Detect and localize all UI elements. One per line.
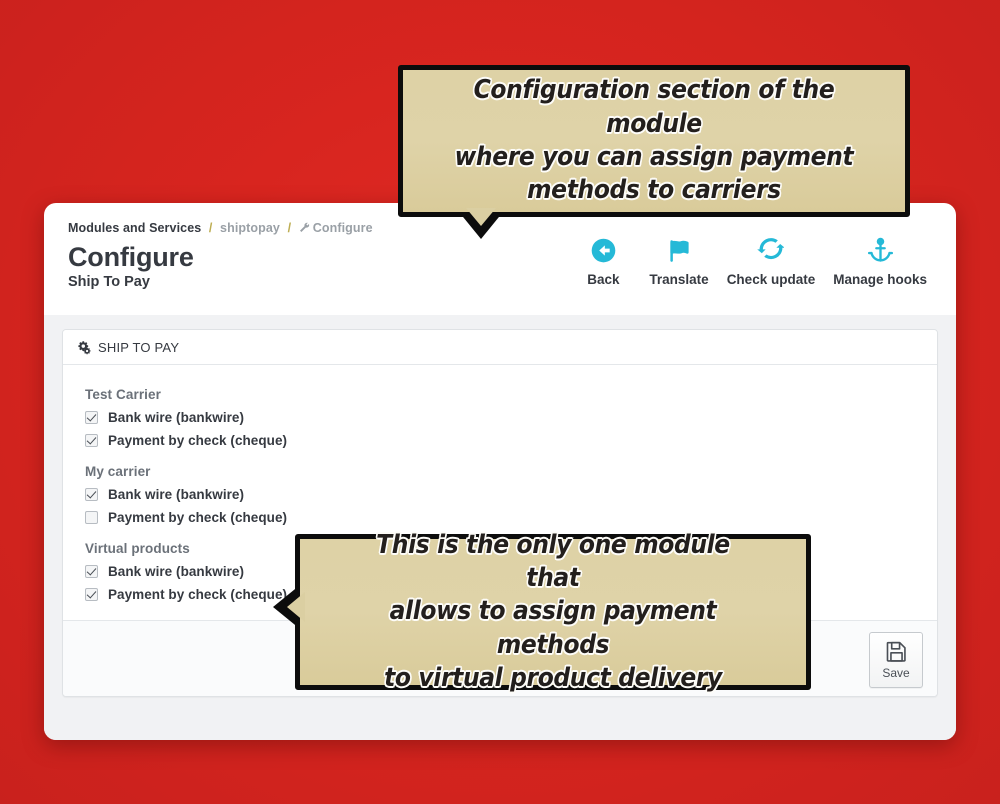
checkbox-label: Payment by check (cheque) [108, 510, 288, 525]
breadcrumb-module[interactable]: shiptopay [220, 221, 280, 235]
save-label: Save [882, 666, 910, 680]
carrier-group-title: Test Carrier [85, 387, 161, 402]
carrier-group: Test Carrier Bank wire (bankwire) Paymen… [85, 387, 915, 448]
payment-option-row[interactable]: Payment by check (cheque) [85, 510, 915, 525]
back-label: Back [587, 272, 620, 287]
checkbox[interactable] [85, 434, 98, 447]
callout-tail-inner [466, 208, 496, 226]
arrow-left-circle-icon [590, 235, 617, 265]
checkbox-label: Payment by check (cheque) [108, 433, 288, 448]
checkbox[interactable] [85, 411, 98, 424]
checkbox-label: Bank wire (bankwire) [108, 487, 245, 502]
floppy-disk-icon [885, 640, 908, 663]
checkbox-label: Payment by check (cheque) [108, 587, 288, 602]
refresh-icon [757, 235, 785, 265]
check-update-button[interactable]: Check update [718, 235, 825, 287]
flag-icon [666, 235, 693, 265]
check-update-label: Check update [726, 272, 816, 287]
callout-line: to virtual product delivery [384, 662, 722, 693]
carrier-group: My carrier Bank wire (bankwire) Payment … [85, 464, 915, 525]
back-button[interactable]: Back [566, 235, 640, 287]
callout-line: This is the only one module that [376, 529, 730, 594]
breadcrumb-root[interactable]: Modules and Services [68, 221, 201, 235]
breadcrumb-separator-1: / [208, 221, 213, 235]
translate-button[interactable]: Translate [640, 235, 717, 287]
manage-hooks-button[interactable]: Manage hooks [824, 235, 936, 287]
cogs-icon [76, 340, 91, 355]
panel-header: SHIP TO PAY [63, 330, 937, 365]
payment-option-row[interactable]: Payment by check (cheque) [85, 433, 915, 448]
callout-line: Configuration section of the module [473, 75, 835, 139]
callout-line: methods to carriers [527, 175, 781, 206]
carrier-group-title: My carrier [85, 464, 151, 479]
wrench-icon [299, 222, 310, 236]
callout-top-text: Configuration section of the module wher… [452, 74, 857, 207]
payment-option-row[interactable]: Bank wire (bankwire) [85, 410, 915, 425]
breadcrumb-current: Configure [312, 221, 373, 235]
callout-bottom-text: This is the only one module that allows … [347, 529, 759, 695]
panel-title: SHIP TO PAY [98, 339, 180, 355]
checkbox[interactable] [85, 588, 98, 601]
callout-line: where you can assign payment [454, 142, 854, 172]
anchor-icon [867, 235, 894, 265]
checkbox-label: Bank wire (bankwire) [108, 564, 245, 579]
checkbox[interactable] [85, 488, 98, 501]
page-toolbar: Back Translate Check update Manage hooks [566, 235, 936, 287]
callout-top: Configuration section of the module wher… [398, 65, 910, 239]
breadcrumb-separator-2: / [287, 221, 292, 235]
payment-option-row[interactable]: Bank wire (bankwire) [85, 487, 915, 502]
callout-bottom: This is the only one module that allows … [273, 530, 811, 693]
checkbox[interactable] [85, 511, 98, 524]
save-button[interactable]: Save [869, 632, 923, 688]
checkbox[interactable] [85, 565, 98, 578]
callout-line: allows to assign payment methods [389, 596, 717, 660]
manage-hooks-label: Manage hooks [833, 272, 927, 287]
translate-label: Translate [649, 272, 709, 287]
checkbox-label: Bank wire (bankwire) [108, 410, 245, 425]
callout-tail-inner [287, 592, 305, 622]
